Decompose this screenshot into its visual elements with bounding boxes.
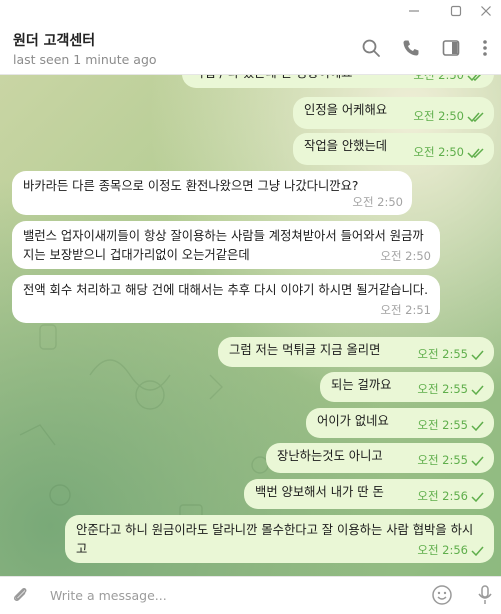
chat-header: 원더 고객센터 last seen 1 minute ago [0,22,501,75]
maximize-icon[interactable] [441,0,471,22]
check-icon [471,546,484,556]
check-icon [471,421,484,431]
incoming-message[interactable]: 밸런스 업자이새끼들이 항상 잘이용하는 사람들 계정쳐받아서 들어와서 원금까… [12,221,440,269]
double-check-icon [467,148,484,158]
outgoing-message[interactable]: 그럼 저는 먹튀글 지금 올리면 오전 2:55 [218,337,494,367]
outgoing-message[interactable]: 안준다고 하니 원금이라도 달라니깐 몰수한다고 잘 이용하는 사람 협박을 하… [65,515,494,563]
message-text: 전액 회수 처리하고 해당 건에 대해서는 추후 다시 이야기 하시면 될거같습… [23,283,429,297]
double-check-icon [467,112,484,122]
message-time: 오전 2:56 [417,543,468,557]
chat-title[interactable]: 원더 고객센터 [13,30,95,50]
incoming-message[interactable]: 전액 회수 처리하고 해당 건에 대해서는 추후 다시 이야기 하시면 될거같습… [12,275,440,323]
message-meta: 오전 2:55 [417,345,485,364]
message-composer [0,576,501,614]
message-meta: 오전 2:55 [417,416,485,435]
message-meta: 오전 2:56 [417,487,485,506]
message-text: 밸런스 업자이새끼들이 항상 잘이용하는 사람들 계정쳐받아서 들어와서 원금까… [23,229,424,262]
message-text: 어이가 없네요 [317,414,389,428]
attach-icon[interactable] [8,583,32,607]
message-text: 작업 / 다 했는데 간 정상이예요 [193,75,352,80]
message-input[interactable] [48,577,422,614]
message-time: 오전 2:50 [380,249,431,263]
search-icon[interactable] [360,37,382,59]
chat-history[interactable]: 작업 / 다 했는데 간 정상이예요오전 2:50인정을 어케해요오전 2:50… [0,75,501,576]
last-seen-status: last seen 1 minute ago [13,52,157,67]
message-text: 안준다고 하니 원금이라도 달라니깐 몰수한다고 잘 이용하는 사람 협박을 하… [76,523,474,556]
message-time: 오전 2:55 [417,453,468,467]
message-time: 오전 2:55 [417,347,468,361]
sidebar-toggle-icon[interactable] [440,37,462,59]
message-time: 오전 2:51 [380,303,431,317]
message-meta: 오전 2:50 [413,143,485,162]
message-time: 오전 2:50 [413,145,464,159]
message-time: 오전 2:50 [413,109,464,123]
message-meta: 오전 2:56 [417,541,485,560]
message-meta: 오전 2:50 [380,247,431,266]
message-text: 백번 양보해서 내가 딴 돈 [255,485,384,499]
outgoing-message[interactable]: 백번 양보해서 내가 딴 돈 오전 2:56 [244,479,494,509]
message-meta: 오전 2:50 [352,193,403,212]
outgoing-message[interactable]: 인정을 어케해요 오전 2:50 [293,97,494,129]
check-icon [471,492,484,502]
outgoing-message[interactable]: 장난하는것도 아니고 오전 2:55 [266,443,494,473]
message-text: 그럼 저는 먹튀글 지금 올리면 [229,343,381,357]
check-icon [471,350,484,360]
check-icon [471,385,484,395]
outgoing-message[interactable]: 되는 걸까요 오전 2:55 [320,372,494,402]
message-meta: 오전 2:50 [413,75,485,85]
close-icon[interactable] [471,0,501,22]
message-meta: 오전 2:51 [380,301,431,320]
message-text: 작업을 안했는데 [304,139,388,153]
message-text: 인정을 어케해요 [304,103,388,117]
message-text: 장난하는것도 아니고 [277,449,383,463]
more-vertical-icon[interactable] [474,37,496,59]
check-icon [471,456,484,466]
message-time: 오전 2:55 [417,382,468,396]
minimize-icon[interactable] [399,0,429,22]
message-time: 오전 2:50 [352,195,403,209]
message-time: 오전 2:50 [413,75,464,82]
message-text: 되는 걸까요 [331,378,392,392]
message-text: 바카라든 다른 종목으로 이정도 환전나왔으면 그냥 나갔다니깐요? [23,179,359,193]
message-meta: 오전 2:50 [413,107,485,126]
double-check-icon [467,75,482,81]
outgoing-message[interactable]: 작업 / 다 했는데 간 정상이예요 오전 2:50 [182,75,494,88]
message-time: 오전 2:55 [417,418,468,432]
message-time: 오전 2:56 [417,489,468,503]
outgoing-message[interactable]: 어이가 없네요 오전 2:55 [306,408,494,438]
emoji-icon[interactable] [430,583,454,607]
message-meta: 오전 2:55 [417,451,485,470]
incoming-message[interactable]: 바카라든 다른 종목으로 이정도 환전나왔으면 그냥 나갔다니깐요? 오전 2:5… [12,171,412,215]
message-meta: 오전 2:55 [417,380,485,399]
outgoing-message[interactable]: 작업을 안했는데 오전 2:50 [293,133,494,165]
microphone-icon[interactable] [473,583,497,607]
window-titlebar [0,0,501,22]
phone-icon[interactable] [400,37,422,59]
